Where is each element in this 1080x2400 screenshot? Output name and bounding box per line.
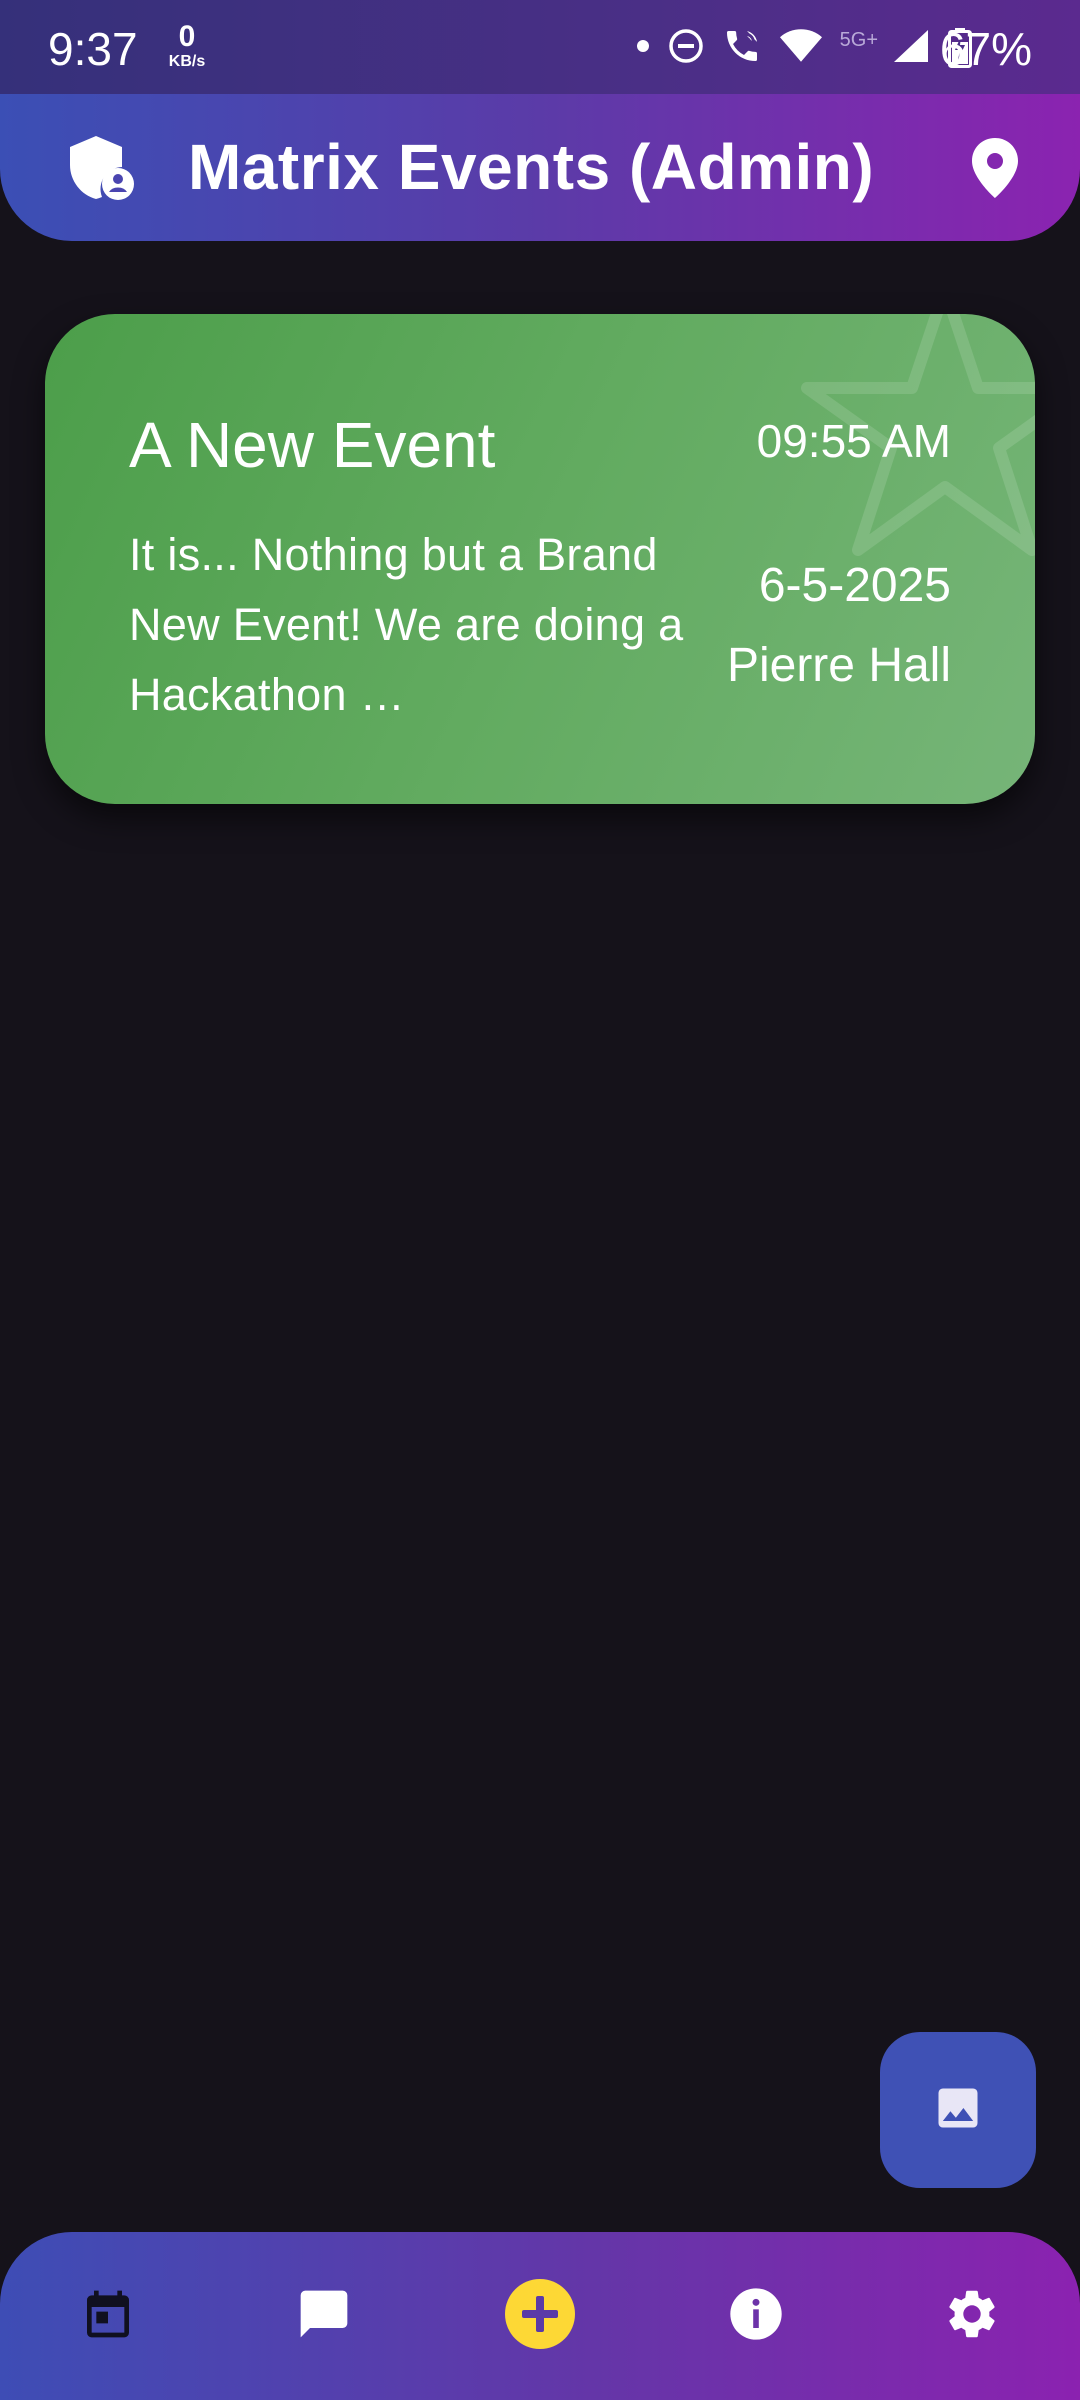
do-not-disturb-icon [668,28,704,64]
network-type: 5G+ [839,28,878,51]
event-title: A New Event [129,409,496,481]
nav-chat[interactable] [284,2276,364,2356]
nav-info[interactable] [716,2276,796,2356]
info-icon [728,2286,784,2347]
nav-add[interactable] [500,2276,580,2356]
app-bar: Matrix Events (Admin) [0,94,1080,241]
page-title: Matrix Events (Admin) [188,131,875,203]
nav-settings[interactable] [932,2276,1012,2356]
signal-icon [892,28,930,64]
image-fab-button[interactable] [880,2032,1036,2188]
wifi-calling-icon [722,26,762,66]
wifi-icon [779,28,822,64]
settings-icon [943,2285,1001,2348]
net-speed: 0 KB/s [164,22,210,70]
event-time: 09:55 AM [756,415,951,467]
event-description: It is... Nothing but a Brand New Event! … [129,529,684,720]
add-circle-icon [504,2278,576,2355]
bottom-nav [0,2232,1080,2400]
admin-shield-icon[interactable] [64,132,136,209]
location-pin-icon[interactable] [972,138,1018,203]
calendar-icon [80,2286,136,2347]
net-speed-unit: KB/s [168,53,206,70]
net-speed-value: 0 [178,20,196,53]
chat-icon [296,2286,352,2347]
notification-dot-icon [636,39,650,53]
event-card[interactable]: A New Event It is... Nothing but a Brand… [45,314,1035,804]
status-icons: 5G+ [636,26,930,66]
status-bar: 9:37 0 KB/s 5G+ 67% [0,0,1080,96]
image-icon [932,2082,984,2139]
battery-percent: 67% [939,23,1032,75]
status-time: 9:37 [48,23,138,75]
nav-calendar[interactable] [68,2276,148,2356]
event-date: 6-5-2025 [758,559,951,612]
event-location: Pierre Hall [726,639,951,692]
